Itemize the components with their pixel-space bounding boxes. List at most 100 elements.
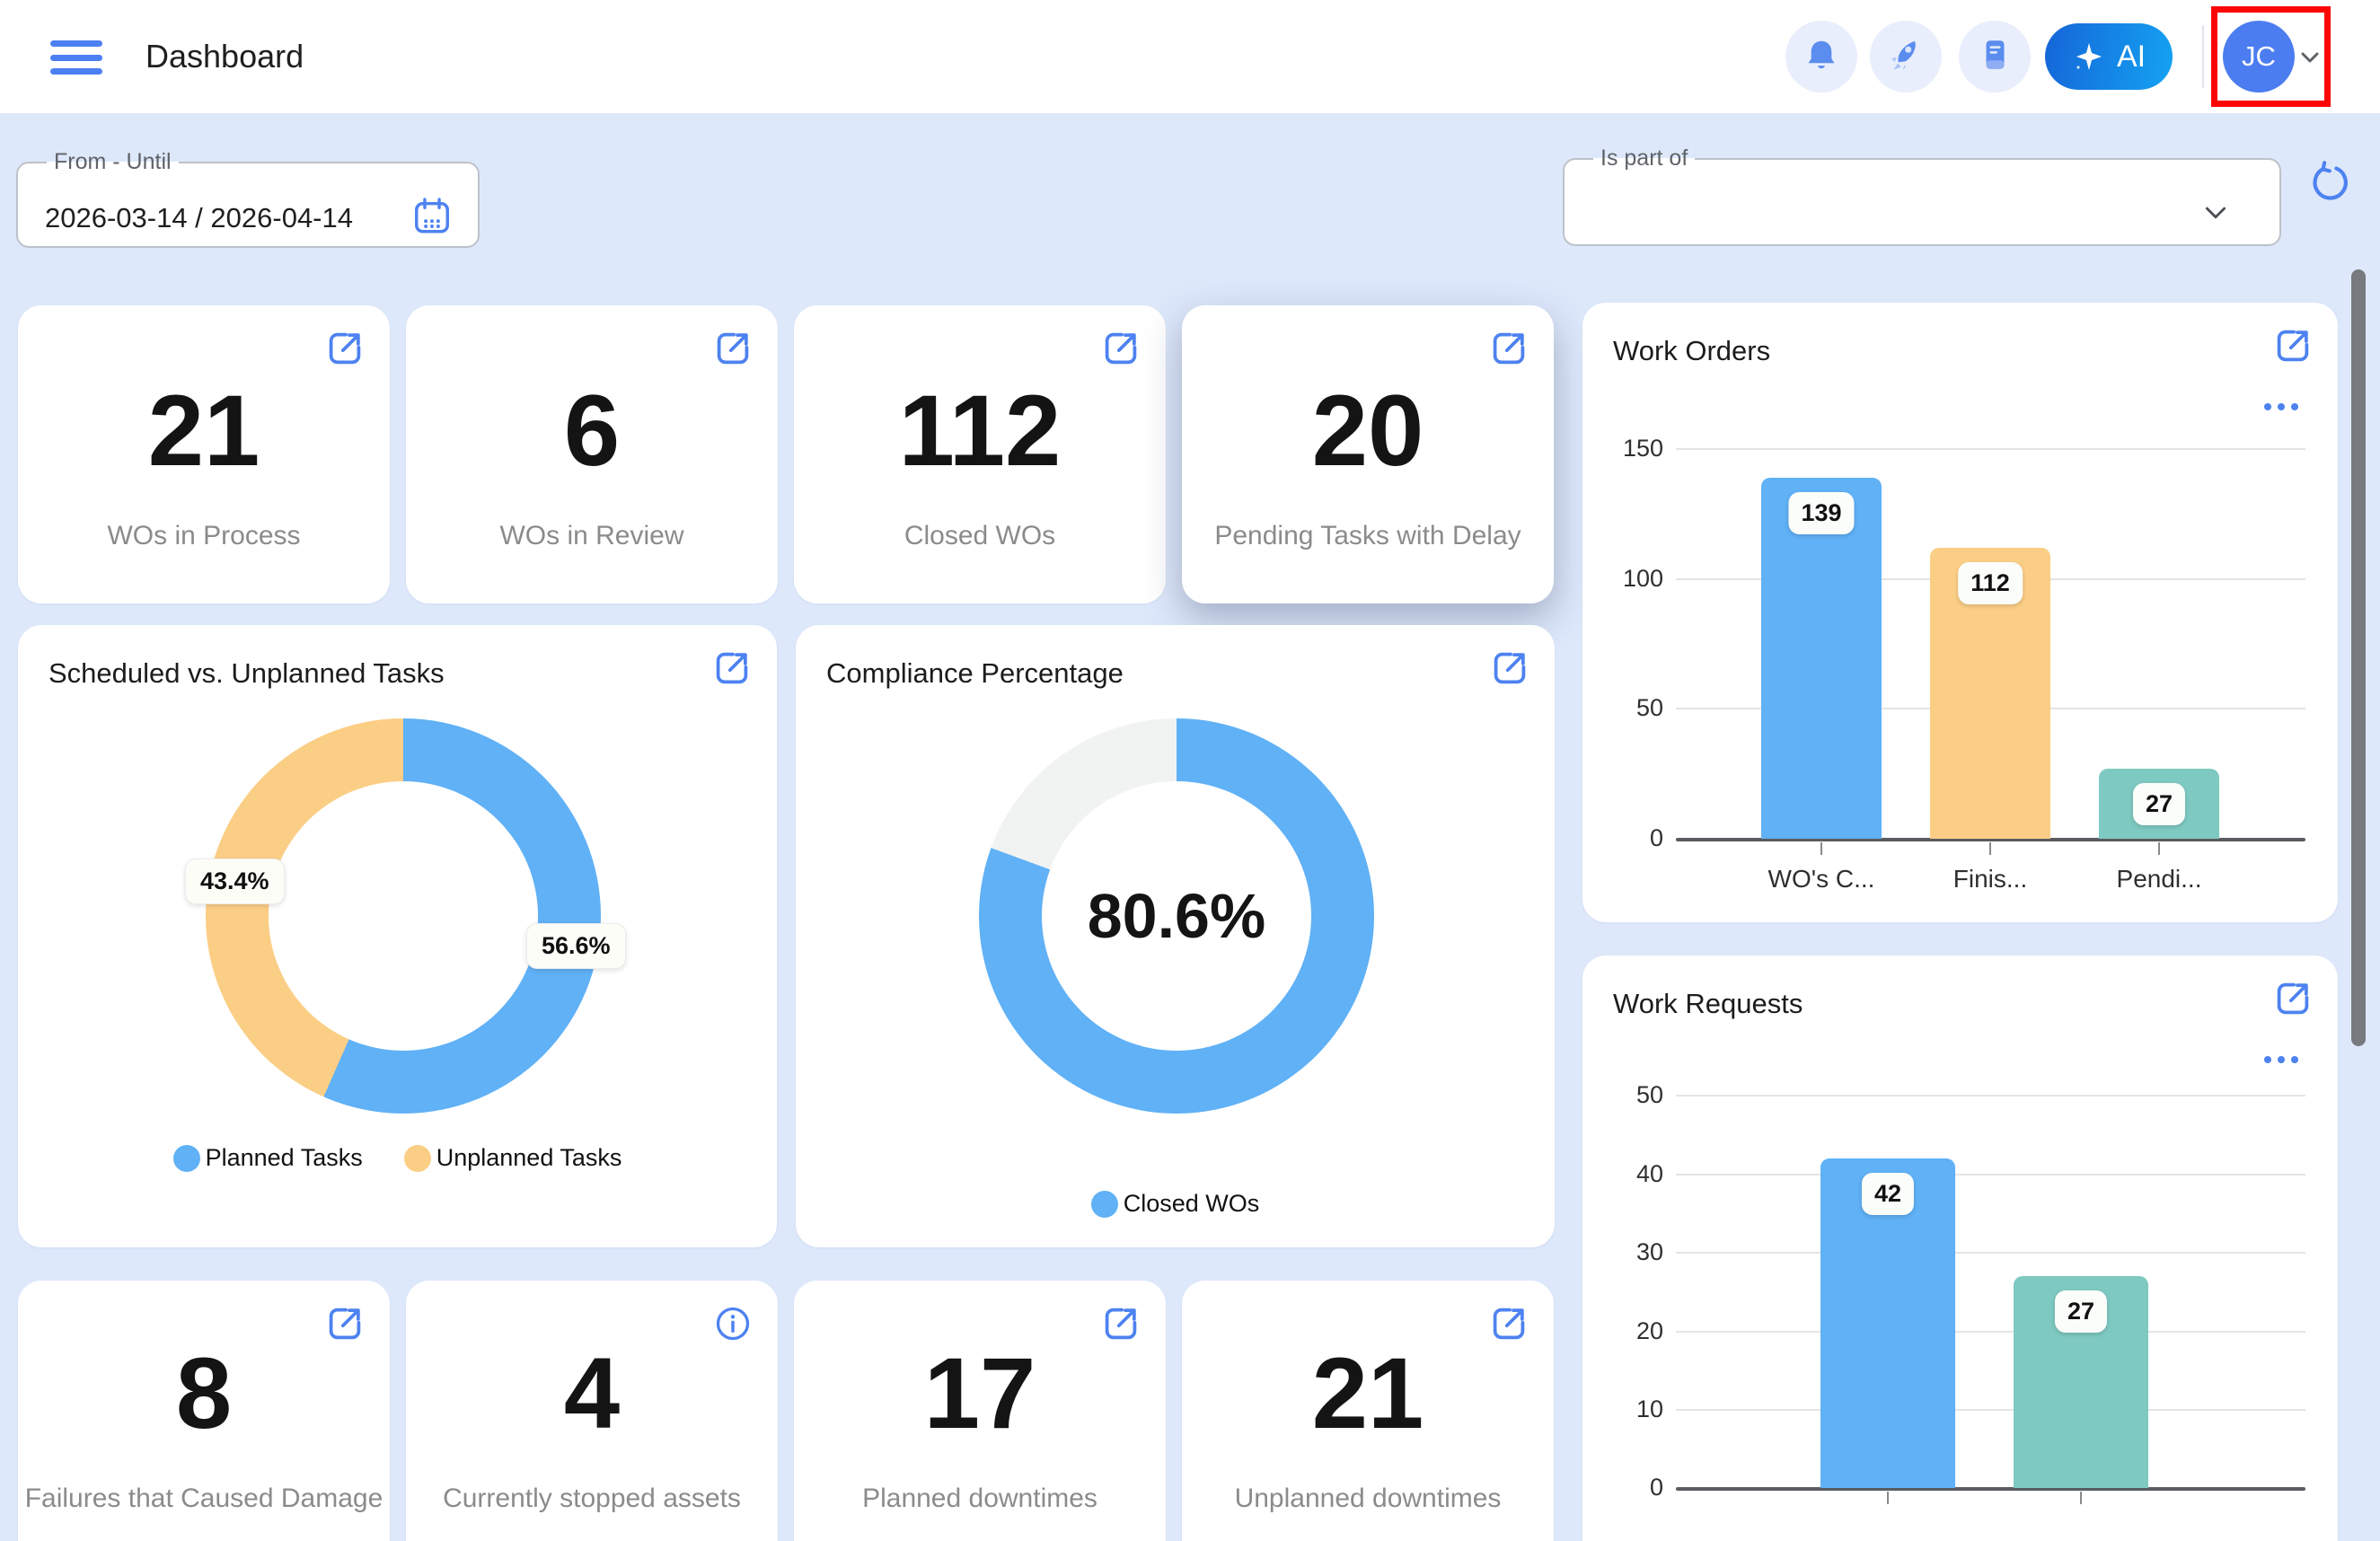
bell-icon — [1803, 36, 1840, 78]
legend-label: Closed WOs — [1124, 1190, 1260, 1218]
bar-finished[interactable]: 112 — [1930, 548, 2050, 839]
external-link-icon[interactable] — [713, 329, 753, 373]
chart-legend: Closed WOs — [796, 1190, 1555, 1218]
ai-button-label: AI — [2117, 40, 2146, 75]
kpi-value: 20 — [1312, 381, 1424, 481]
work-orders-card: Work Orders 150 100 50 0 139 112 27 WO's… — [1582, 303, 2338, 922]
bar-value-badge: 139 — [1788, 492, 1854, 534]
donut-chart[interactable]: 80.6% — [979, 718, 1374, 1114]
kpi-label: Closed WOs — [904, 521, 1055, 551]
gridline — [1676, 1095, 2305, 1096]
legend-item[interactable]: Planned Tasks — [173, 1144, 363, 1172]
kpi-card-closed-wos: 112 Closed WOs — [794, 305, 1166, 603]
kpi-card-wos-in-review: 6 WOs in Review — [406, 305, 778, 603]
legend-dot — [1091, 1191, 1118, 1218]
is-part-of-label: Is part of — [1593, 145, 1695, 172]
is-part-of-select[interactable]: Is part of — [1563, 145, 2281, 246]
highlight-box — [2211, 6, 2331, 107]
date-range-field[interactable]: From - Until 2026-03-14 / 2026-04-14 — [16, 149, 480, 248]
refresh-button[interactable] — [2306, 160, 2353, 207]
external-link-icon[interactable] — [1101, 1304, 1141, 1348]
chart-title: Work Requests — [1613, 988, 1803, 1020]
x-axis — [1676, 1487, 2305, 1491]
external-link-icon[interactable] — [325, 329, 365, 373]
gridline — [1676, 1174, 2305, 1176]
date-range-value: 2026-03-14 / 2026-04-14 — [45, 202, 353, 234]
kpi-value: 21 — [148, 381, 260, 481]
legend-dot — [404, 1145, 431, 1172]
donut-chart[interactable] — [206, 718, 601, 1114]
scheduled-vs-unplanned-card: Scheduled vs. Unplanned Tasks 43.4% 56.6… — [18, 625, 777, 1247]
legend-item[interactable]: Unplanned Tasks — [404, 1144, 622, 1172]
slice-label-unplanned: 43.4% — [185, 859, 285, 904]
donut-center-value: 80.6% — [1088, 880, 1265, 952]
x-tick-mark — [2158, 842, 2160, 855]
chart-title: Scheduled vs. Unplanned Tasks — [48, 657, 445, 690]
bar-value-badge: 27 — [2133, 783, 2185, 825]
external-link-icon[interactable] — [1489, 329, 1529, 373]
y-tick: 100 — [1623, 565, 1663, 593]
bar-wos-created[interactable]: 139 — [1761, 478, 1882, 839]
more-options-icon[interactable] — [2264, 1056, 2298, 1063]
external-link-icon[interactable] — [2273, 326, 2313, 370]
kpi-card-pending-tasks-with-delay: 20 Pending Tasks with Delay — [1182, 305, 1554, 603]
more-options-icon[interactable] — [2264, 403, 2298, 410]
ai-assistant-button[interactable]: AI — [2045, 23, 2173, 90]
x-tick-mark — [2080, 1492, 2082, 1504]
external-link-icon[interactable] — [1489, 1304, 1529, 1348]
kpi-value: 8 — [176, 1343, 232, 1444]
divider — [2202, 25, 2204, 88]
legend-label: Planned Tasks — [206, 1144, 363, 1172]
legend-dot — [173, 1145, 200, 1172]
x-tick-mark — [1887, 1492, 1889, 1504]
calendar-icon[interactable] — [411, 195, 453, 241]
kpi-label: Pending Tasks with Delay — [1214, 521, 1521, 551]
bar-work-requests-2[interactable]: 27 — [2014, 1276, 2148, 1488]
gridline — [1676, 1331, 2305, 1333]
kpi-label: Unplanned downtimes — [1235, 1484, 1502, 1514]
chart-title: Compliance Percentage — [826, 657, 1124, 690]
x-category-label: Finis... — [1953, 865, 2027, 894]
bar-pending[interactable]: 27 — [2099, 769, 2219, 839]
external-link-icon[interactable] — [2273, 979, 2313, 1023]
y-tick: 30 — [1636, 1238, 1663, 1266]
slice-label-planned: 56.6% — [526, 923, 626, 969]
external-link-icon[interactable] — [325, 1304, 365, 1348]
bar-work-requests-1[interactable]: 42 — [1820, 1158, 1955, 1488]
external-link-icon[interactable] — [712, 648, 752, 692]
kpi-card-wos-in-process: 21 WOs in Process — [18, 305, 390, 603]
x-tick-mark — [1989, 842, 1991, 855]
legend-label: Unplanned Tasks — [436, 1144, 622, 1172]
sparkle-icon — [2072, 40, 2104, 73]
x-category-label: Pendi... — [2117, 865, 2202, 894]
kpi-label: WOs in Process — [107, 521, 300, 551]
y-tick: 10 — [1636, 1396, 1663, 1423]
external-link-icon[interactable] — [1490, 648, 1529, 692]
kpi-value: 112 — [899, 381, 1062, 481]
compliance-percentage-card: Compliance Percentage 80.6% Closed WOs — [796, 625, 1555, 1247]
bar-value-badge: 27 — [2055, 1290, 2107, 1333]
donut-hole — [269, 781, 538, 1051]
kpi-card-currently-stopped-assets: 4 Currently stopped assets — [406, 1281, 778, 1541]
menu-icon[interactable] — [50, 40, 102, 75]
external-link-icon[interactable] — [1101, 329, 1141, 373]
y-tick: 0 — [1650, 1474, 1663, 1501]
notifications-button[interactable] — [1785, 21, 1857, 92]
gridline — [1676, 1252, 2305, 1254]
kpi-card-planned-downtimes: 17 Planned downtimes — [794, 1281, 1166, 1541]
chart-legend: Planned Tasks Unplanned Tasks — [18, 1144, 777, 1172]
kpi-value: 6 — [564, 381, 620, 481]
work-requests-card: Work Requests 50 40 30 20 10 0 42 27 — [1582, 955, 2338, 1541]
rocket-icon — [1886, 35, 1926, 79]
whats-new-button[interactable] — [1870, 21, 1942, 92]
legend-item[interactable]: Closed WOs — [1091, 1190, 1260, 1218]
donut-hole: 80.6% — [1042, 781, 1311, 1051]
docs-button[interactable] — [1959, 21, 2031, 92]
scrollbar-thumb[interactable] — [2351, 269, 2366, 1046]
top-bar: Dashboard AI JC — [0, 0, 2380, 113]
x-tick-mark — [1820, 842, 1822, 855]
kpi-label: Planned downtimes — [862, 1484, 1097, 1514]
gridline — [1676, 448, 2305, 450]
info-icon[interactable] — [713, 1304, 753, 1348]
chevron-down-icon[interactable] — [2202, 199, 2229, 231]
